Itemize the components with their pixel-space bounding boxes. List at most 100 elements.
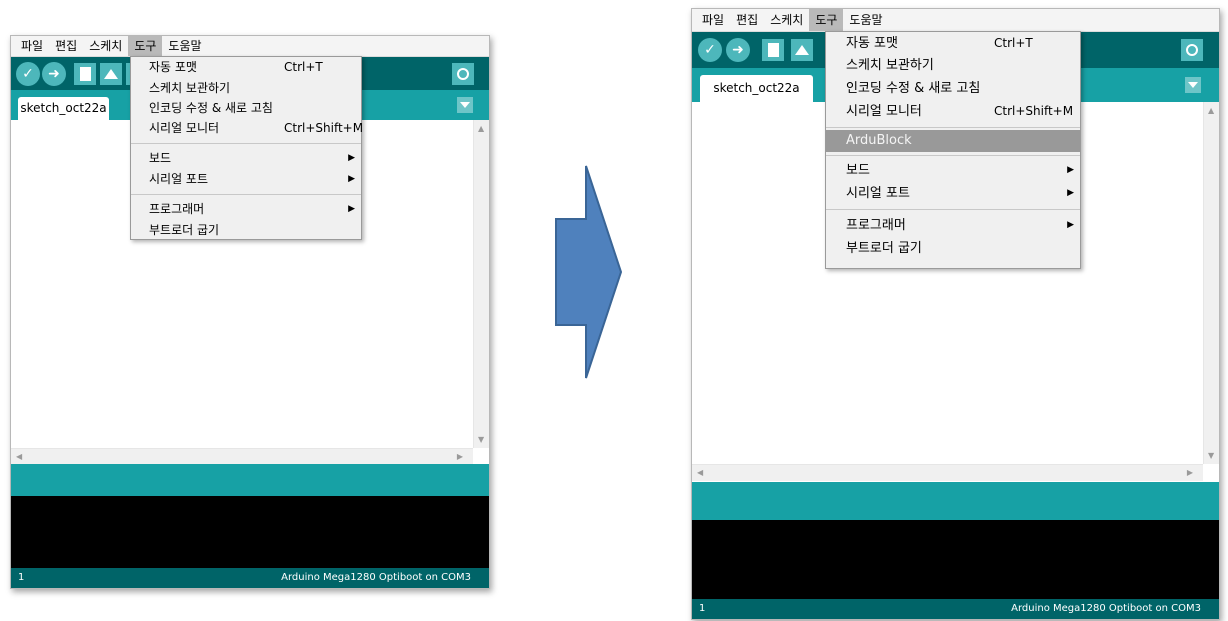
- serial-monitor-button[interactable]: [452, 63, 474, 85]
- new-button[interactable]: [74, 63, 96, 85]
- menu-item-shortcut: Ctrl+Shift+M: [284, 121, 364, 135]
- menu-item-label: 시리얼 모니터: [846, 104, 922, 119]
- chevron-down-icon: [1188, 82, 1198, 88]
- scroll-up-icon[interactable]: ▲: [478, 124, 484, 133]
- serial-monitor-button[interactable]: [1181, 39, 1203, 61]
- vertical-scrollbar[interactable]: ▲ ▼: [1203, 102, 1219, 464]
- right-arrow-shape: [555, 165, 623, 379]
- tab-menu-button[interactable]: [457, 97, 473, 113]
- menu-item-shortcut: Ctrl+T: [284, 60, 323, 74]
- vertical-scrollbar[interactable]: ▲ ▼: [473, 120, 489, 448]
- menu-item-label: ArduBlock: [846, 133, 912, 148]
- menu-item-label: 자동 포맷: [846, 36, 898, 51]
- verify-button[interactable]: ✓: [698, 38, 722, 62]
- menu-tools[interactable]: 도구: [809, 9, 844, 31]
- open-button[interactable]: [100, 63, 122, 85]
- new-button[interactable]: [762, 39, 784, 61]
- message-bar: [11, 464, 489, 496]
- menu-item-label: 스케치 보관하기: [149, 81, 231, 95]
- line-number: 1: [18, 572, 25, 583]
- menu-item-auto-format[interactable]: 자동 포맷 Ctrl+T: [826, 32, 1080, 55]
- menu-item-label: 부트로더 굽기: [149, 223, 220, 237]
- checkmark-icon: ✓: [22, 66, 34, 82]
- menu-file[interactable]: 파일: [696, 9, 730, 31]
- submenu-arrow-icon: ▶: [1067, 188, 1074, 198]
- menu-item-archive-sketch[interactable]: 스케치 보관하기: [826, 55, 1080, 77]
- console-output: [11, 496, 489, 568]
- board-port-label: Arduino Mega1280 Optiboot on COM3: [281, 572, 471, 583]
- status-bar: 1 Arduino Mega1280 Optiboot on COM3: [692, 599, 1219, 619]
- menu-item-fix-encoding[interactable]: 인코딩 수정 & 새로 고침: [131, 98, 361, 118]
- scroll-right-icon[interactable]: ▶: [457, 452, 463, 461]
- scroll-down-icon[interactable]: ▼: [478, 435, 484, 444]
- menu-item-burn-bootloader[interactable]: 부트로더 굽기: [826, 237, 1080, 260]
- magnifier-icon: [1186, 44, 1198, 56]
- menu-item-programmer[interactable]: 프로그래머 ▶: [131, 199, 361, 220]
- menu-item-label: 보드: [149, 151, 172, 165]
- menu-item-programmer[interactable]: 프로그래머 ▶: [826, 214, 1080, 237]
- menu-item-label: 시리얼 모니터: [149, 121, 220, 135]
- submenu-arrow-icon: ▶: [348, 204, 355, 214]
- open-upload-icon: [104, 69, 118, 79]
- menu-item-fix-encoding[interactable]: 인코딩 수정 & 새로 고침: [826, 77, 1080, 100]
- menu-item-label: 자동 포맷: [149, 60, 197, 74]
- menu-item-shortcut: Ctrl+T: [994, 36, 1033, 50]
- scroll-right-icon[interactable]: ▶: [1187, 468, 1193, 477]
- scroll-left-icon[interactable]: ◀: [16, 452, 22, 461]
- scroll-left-icon[interactable]: ◀: [697, 468, 703, 477]
- menu-help[interactable]: 도움말: [162, 36, 207, 56]
- tab-menu-button[interactable]: [1185, 77, 1201, 93]
- menu-tools[interactable]: 도구: [128, 36, 163, 56]
- new-file-icon: [767, 43, 779, 57]
- horizontal-scrollbar[interactable]: ◀ ▶: [11, 448, 473, 465]
- submenu-arrow-icon: ▶: [348, 174, 355, 184]
- new-file-icon: [79, 67, 91, 81]
- menu-item-auto-format[interactable]: 자동 포맷 Ctrl+T: [131, 57, 361, 78]
- chevron-down-icon: [460, 102, 470, 108]
- menu-item-board[interactable]: 보드 ▶: [131, 148, 361, 169]
- menu-sketch[interactable]: 스케치: [764, 9, 809, 31]
- tools-dropdown-before: 자동 포맷 Ctrl+T 스케치 보관하기 인코딩 수정 & 새로 고침 시리얼…: [130, 56, 364, 241]
- line-number: 1: [699, 603, 706, 614]
- menu-item-shortcut: Ctrl+Shift+M: [994, 104, 1074, 118]
- menu-item-label: 시리얼 포트: [149, 172, 209, 186]
- menu-item-serial-monitor[interactable]: 시리얼 모니터 Ctrl+Shift+M: [826, 100, 1080, 123]
- menu-bar: 파일 편집 스케치 도구 도움말: [11, 36, 489, 57]
- verify-button[interactable]: ✓: [16, 62, 40, 86]
- tab-sketch[interactable]: sketch_oct22a: [18, 97, 109, 120]
- menu-item-serial-port[interactable]: 시리얼 포트 ▶: [826, 182, 1080, 205]
- menu-item-archive-sketch[interactable]: 스케치 보관하기: [131, 78, 361, 98]
- menu-edit[interactable]: 편집: [730, 9, 764, 31]
- menu-item-serial-port[interactable]: 시리얼 포트 ▶: [131, 169, 361, 190]
- menu-item-burn-bootloader[interactable]: 부트로더 굽기: [131, 220, 361, 241]
- board-port-label: Arduino Mega1280 Optiboot on COM3: [1011, 603, 1201, 614]
- menu-item-serial-monitor[interactable]: 시리얼 모니터 Ctrl+Shift+M: [131, 118, 364, 139]
- menu-edit[interactable]: 편집: [49, 36, 83, 56]
- menu-item-label: 프로그래머: [149, 202, 205, 216]
- open-button[interactable]: [791, 39, 813, 61]
- upload-button[interactable]: ➜: [42, 62, 66, 86]
- menu-bar: 파일 편집 스케치 도구 도움말: [692, 9, 1219, 32]
- message-bar: [692, 482, 1219, 520]
- submenu-arrow-icon: ▶: [348, 153, 355, 163]
- upload-button[interactable]: ➜: [726, 38, 750, 62]
- open-upload-icon: [795, 45, 809, 55]
- magnifier-icon: [457, 68, 469, 80]
- right-arrow-icon: ➜: [48, 66, 60, 82]
- status-bar: 1 Arduino Mega1280 Optiboot on COM3: [11, 568, 489, 588]
- menu-item-board[interactable]: 보드 ▶: [826, 159, 1080, 182]
- menu-help[interactable]: 도움말: [843, 9, 888, 31]
- scroll-up-icon[interactable]: ▲: [1208, 106, 1214, 115]
- menu-sketch[interactable]: 스케치: [83, 36, 128, 56]
- submenu-arrow-icon: ▶: [1067, 165, 1074, 175]
- menu-item-label: 보드: [846, 163, 870, 178]
- tools-dropdown-after: 자동 포맷 Ctrl+T 스케치 보관하기 인코딩 수정 & 새로 고침 시리얼…: [825, 31, 1081, 269]
- menu-item-ardublock[interactable]: ArduBlock: [826, 130, 1080, 152]
- menu-file[interactable]: 파일: [15, 36, 49, 56]
- tab-sketch[interactable]: sketch_oct22a: [700, 75, 813, 102]
- horizontal-scrollbar[interactable]: ◀ ▶: [692, 464, 1203, 481]
- menu-item-label: 프로그래머: [846, 218, 906, 233]
- scroll-down-icon[interactable]: ▼: [1208, 451, 1214, 460]
- menu-item-label: 스케치 보관하기: [846, 58, 934, 73]
- menu-item-label: 인코딩 수정 & 새로 고침: [149, 101, 273, 115]
